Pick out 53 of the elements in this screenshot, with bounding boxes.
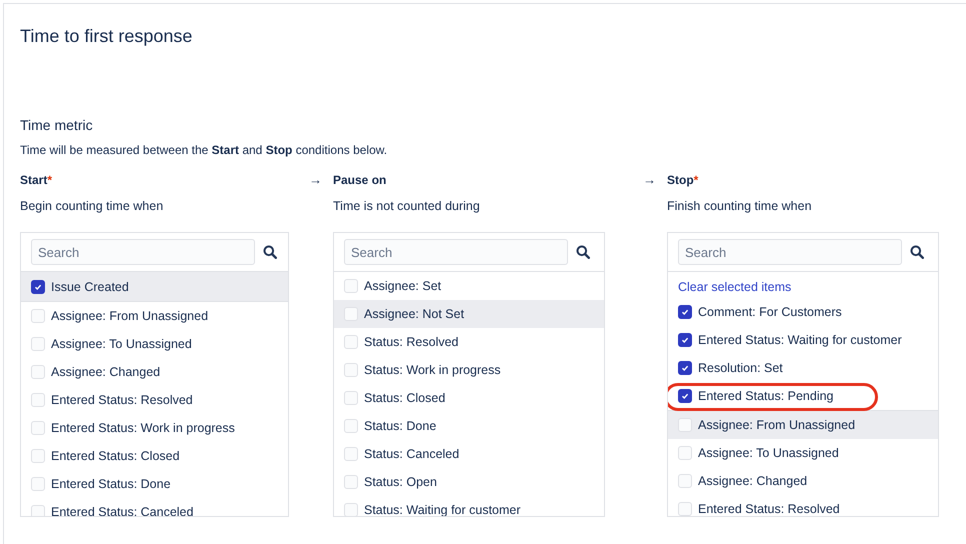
condition-item[interactable]: Assignee: Changed xyxy=(668,467,938,495)
condition-item[interactable]: Entered Status: Done xyxy=(21,470,288,498)
search-field[interactable]: Search xyxy=(678,239,902,265)
column-label: Start* xyxy=(20,172,54,188)
search-icon[interactable] xyxy=(576,245,590,259)
section-description: Time will be measured between the Start and Stop conditions below. xyxy=(20,142,388,158)
column-hint: Time is not counted during xyxy=(333,198,481,214)
column-label: Pause on xyxy=(333,172,388,188)
checkbox[interactable] xyxy=(678,389,692,403)
check-icon xyxy=(680,391,690,401)
condition-item[interactable]: Status: Done xyxy=(334,412,604,440)
column-hint: Begin counting time when xyxy=(20,198,164,214)
column-hint: Finish counting time when xyxy=(667,198,813,214)
condition-item[interactable]: Status: Open xyxy=(334,468,604,496)
condition-item[interactable]: Entered Status: Waiting for customer xyxy=(668,326,938,354)
clear-selected-link[interactable]: Clear selected items xyxy=(668,272,938,298)
condition-item[interactable]: Status: Closed xyxy=(334,384,604,412)
required-asterisk: * xyxy=(694,173,698,187)
condition-item[interactable]: Assignee: Set xyxy=(334,272,604,300)
condition-item[interactable]: Entered Status: Resolved xyxy=(21,386,288,414)
arrow-glyph: → xyxy=(308,172,323,188)
checkbox[interactable] xyxy=(678,361,692,375)
checkbox[interactable] xyxy=(31,280,45,294)
condition-item[interactable]: Assignee: From Unassigned xyxy=(668,411,938,439)
condition-item[interactable]: Assignee: From Unassigned xyxy=(21,302,288,330)
condition-item[interactable]: Assignee: Not Set xyxy=(334,300,604,328)
condition-item[interactable]: Comment: For Customers xyxy=(668,298,938,326)
condition-item[interactable]: Entered Status: Work in progress xyxy=(21,414,288,442)
condition-item[interactable]: Issue Created xyxy=(21,272,288,301)
column-label: Stop* xyxy=(667,172,700,188)
required-asterisk: * xyxy=(47,173,52,187)
check-icon xyxy=(680,335,690,345)
checkbox[interactable] xyxy=(678,333,692,347)
condition-item[interactable]: Assignee: To Unassigned xyxy=(21,330,288,358)
page-title: Time to first response xyxy=(20,25,194,48)
condition-item[interactable]: Resolution: Set xyxy=(668,354,938,382)
condition-item[interactable]: Status: Work in progress xyxy=(334,356,604,384)
checkbox[interactable] xyxy=(678,305,692,319)
search-field[interactable]: Search xyxy=(31,239,255,265)
check-icon xyxy=(680,307,690,317)
search-field[interactable]: Search xyxy=(344,239,568,265)
condition-item[interactable]: Assignee: To Unassigned xyxy=(668,439,938,467)
condition-item[interactable]: Entered Status: Canceled xyxy=(21,498,288,516)
search-icon[interactable] xyxy=(263,245,277,259)
section-heading: Time metric xyxy=(20,116,94,134)
check-icon xyxy=(680,363,690,373)
arrow-glyph: → xyxy=(642,172,657,188)
condition-item[interactable]: Status: Canceled xyxy=(334,440,604,468)
search-icon[interactable] xyxy=(910,245,924,259)
condition-item[interactable]: Assignee: Changed xyxy=(21,358,288,386)
condition-item[interactable]: Entered Status: Closed xyxy=(21,442,288,470)
condition-item[interactable]: Status: Resolved xyxy=(334,328,604,356)
condition-item[interactable]: Entered Status: Resolved xyxy=(668,495,938,516)
